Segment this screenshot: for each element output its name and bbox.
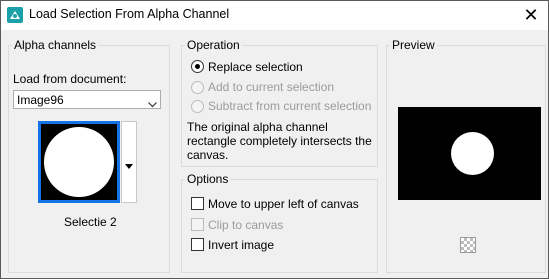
move-to-upper-left-label[interactable]: Move to upper left of canvas bbox=[208, 197, 359, 211]
dialog-window: Load Selection From Alpha Channel ✕ Alph… bbox=[0, 0, 549, 279]
preview-group-label: Preview bbox=[390, 38, 437, 52]
replace-selection-radio[interactable] bbox=[191, 60, 204, 73]
window-title: Load Selection From Alpha Channel bbox=[29, 7, 230, 21]
title-bar[interactable]: Load Selection From Alpha Channel ✕ bbox=[1, 1, 548, 30]
checkerboard-icon[interactable] bbox=[460, 237, 476, 253]
alpha-channel-thumbnail[interactable] bbox=[38, 121, 120, 203]
operation-group-label: Operation bbox=[185, 38, 242, 52]
thumbnail-shape bbox=[44, 127, 114, 197]
preview-selection-shape bbox=[451, 132, 494, 175]
invert-image-checkbox[interactable] bbox=[191, 238, 204, 251]
move-to-upper-left-checkbox[interactable] bbox=[191, 197, 204, 210]
add-to-selection-radio[interactable] bbox=[191, 81, 204, 94]
clip-to-canvas-label[interactable]: Clip to canvas bbox=[208, 218, 283, 232]
note-line: rectangle completely intersects the bbox=[187, 134, 372, 148]
subtract-from-selection-label[interactable]: Subtract from current selection bbox=[208, 99, 371, 113]
chevron-down-icon bbox=[148, 97, 157, 108]
note-line: The original alpha channel bbox=[187, 120, 328, 134]
preview-canvas bbox=[398, 107, 541, 200]
load-from-document-label: Load from document: bbox=[13, 72, 127, 86]
app-icon bbox=[7, 7, 23, 23]
intersection-note: The original alpha channel rectangle com… bbox=[187, 120, 375, 162]
caret-down-icon bbox=[125, 158, 133, 169]
channel-name: Selectie 2 bbox=[64, 215, 117, 229]
radio-dot bbox=[195, 64, 200, 69]
document-select-value: Image96 bbox=[17, 93, 64, 107]
clip-to-canvas-checkbox[interactable] bbox=[191, 218, 204, 231]
note-line: canvas. bbox=[187, 148, 229, 162]
replace-selection-label[interactable]: Replace selection bbox=[208, 60, 303, 74]
alpha-channels-group-label: Alpha channels bbox=[12, 38, 99, 52]
options-group-label: Options bbox=[185, 172, 231, 186]
close-button[interactable]: ✕ bbox=[514, 1, 548, 30]
document-select[interactable]: Image96 bbox=[13, 90, 161, 109]
subtract-from-selection-radio[interactable] bbox=[191, 100, 204, 113]
thumbnail-canvas bbox=[41, 124, 117, 200]
add-to-selection-label[interactable]: Add to current selection bbox=[208, 80, 334, 94]
channel-dropdown-button[interactable] bbox=[121, 121, 137, 203]
invert-image-label[interactable]: Invert image bbox=[208, 238, 274, 252]
